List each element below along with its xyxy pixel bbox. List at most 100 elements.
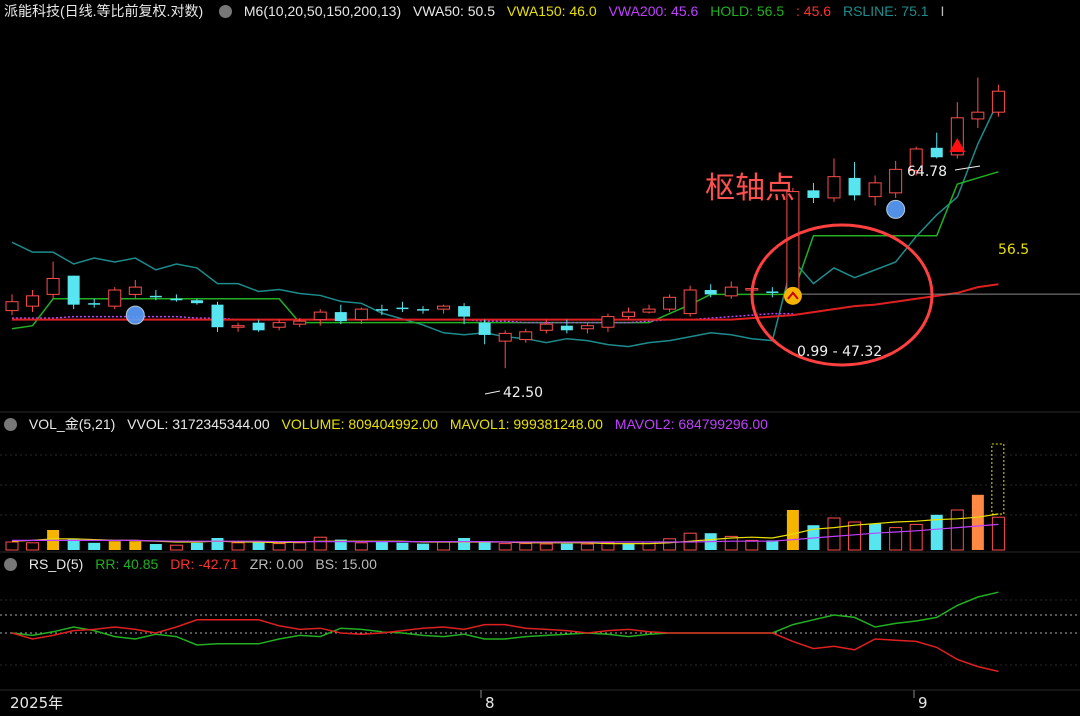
volume-bar: [766, 540, 779, 550]
volume-bar: [231, 542, 245, 551]
candle-body: [170, 298, 183, 301]
candle-body: [334, 312, 347, 322]
volume-bar: [519, 543, 533, 551]
volume-bar: [169, 544, 183, 551]
candle-body: [930, 147, 943, 158]
candle-body: [272, 322, 286, 328]
candle-body: [88, 303, 101, 305]
candle-body: [539, 323, 553, 331]
candle-body: [46, 278, 60, 295]
candle-body: [128, 286, 142, 295]
candle-body: [663, 296, 677, 310]
volume-bar: [560, 543, 573, 550]
chart-canvas[interactable]: 枢轴点 64.78 42.50 0.99 - 47.32 56.5 2025年 8 9: [0, 0, 1080, 716]
low-price-label: 42.50: [503, 385, 543, 401]
volume-bar: [909, 523, 923, 551]
candle-body: [704, 290, 717, 295]
dr-series: [11, 619, 999, 673]
candle-body: [190, 300, 203, 304]
pivot-marker: [783, 286, 802, 305]
volume-bar: [950, 509, 964, 551]
volume-bar: [293, 542, 307, 551]
candle-body: [868, 182, 882, 198]
candle-body: [622, 311, 635, 318]
volume-bar: [971, 494, 984, 550]
volume-bar: [580, 543, 594, 551]
volume-bar: [622, 543, 635, 550]
pivot-price-label: 0.99 - 47.32: [797, 344, 882, 360]
candle-body: [498, 332, 512, 342]
candle-body: [293, 320, 307, 325]
candle-body: [889, 168, 903, 194]
volume-bar: [889, 527, 903, 551]
candle-body: [67, 275, 80, 305]
x-axis-label: 2025年: [10, 694, 63, 712]
volume-bar: [26, 542, 40, 551]
candle-body: [807, 190, 820, 198]
volume-bar: [108, 541, 121, 550]
volume-bar: [313, 536, 327, 551]
blue-dot-marker: [886, 199, 906, 219]
volume-bar: [869, 523, 882, 550]
high-price-label: 64.78: [907, 164, 947, 180]
candle-body: [252, 322, 265, 331]
candle-body: [601, 316, 615, 328]
x-axis-label: 8: [485, 694, 495, 712]
candle-body: [354, 308, 368, 321]
volume-bar: [458, 538, 471, 550]
volume-bar: [375, 542, 388, 550]
volume-bar: [211, 538, 224, 550]
volume-highlight-box: [991, 443, 1005, 515]
candle-body: [458, 306, 471, 317]
candle-body: [848, 177, 861, 196]
candle-body: [417, 309, 429, 311]
hold-value-label: 56.5: [998, 242, 1029, 258]
candle-body: [724, 286, 738, 297]
rsline-series: [11, 100, 1000, 348]
stock-chart-window: 派能科技(日线.等比前复权.对数) M6(10,20,50,150,200,13…: [0, 0, 1080, 716]
volume-bar: [149, 544, 162, 550]
candle-body: [396, 307, 409, 310]
candle-body: [108, 289, 122, 307]
volume-bar: [272, 543, 286, 551]
candle-body: [642, 308, 656, 313]
volume-bar: [88, 542, 101, 550]
candle-body: [560, 325, 573, 331]
volume-bar: [129, 541, 142, 550]
volume-bar: [252, 542, 265, 550]
candle-body: [231, 325, 245, 328]
volume-bar: [5, 541, 19, 551]
volume-bar: [498, 543, 512, 551]
volume-bar: [417, 543, 429, 550]
candle-body: [5, 301, 19, 312]
candle-body: [580, 325, 594, 330]
volume-bar: [786, 510, 799, 550]
candle-body: [149, 295, 162, 298]
candle-body: [971, 111, 985, 120]
x-axis-label: 9: [918, 694, 928, 712]
candle-body: [375, 309, 388, 311]
blue-dot-marker: [125, 305, 145, 325]
volume-bar: [827, 517, 841, 551]
candle-body: [26, 295, 40, 307]
candle-body: [313, 311, 327, 321]
annotation-text: 枢轴点: [705, 171, 795, 206]
candle-body: [437, 305, 451, 310]
volume-bar: [539, 543, 553, 551]
candle-body: [786, 191, 800, 295]
candle-body: [211, 304, 224, 328]
volume-bar: [437, 541, 451, 551]
volume-bar: [354, 542, 368, 551]
vwa200-series: [12, 283, 999, 321]
volume-bar: [663, 538, 677, 551]
candle-body: [991, 90, 1005, 113]
volume-bar: [190, 542, 203, 550]
low-arrow: [484, 390, 501, 395]
candle-body: [683, 289, 697, 315]
candle-body: [827, 176, 841, 199]
volume-bar: [396, 542, 409, 550]
candle-body: [766, 291, 779, 293]
candle-body: [478, 322, 491, 335]
volume-bar: [745, 539, 759, 551]
volume-bar: [991, 516, 1005, 551]
